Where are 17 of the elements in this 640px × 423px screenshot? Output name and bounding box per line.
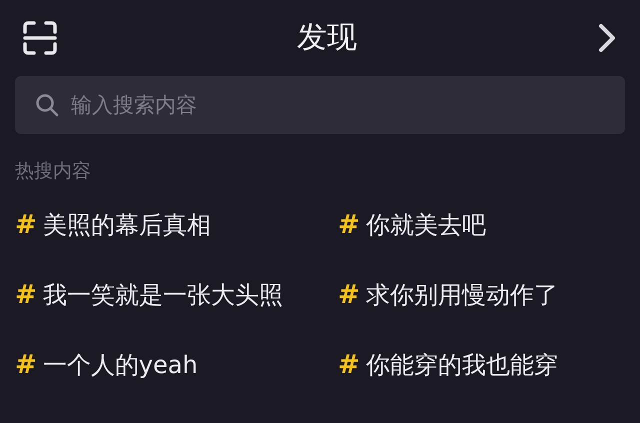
hashtag-icon: # — [338, 282, 360, 308]
section-label: 热搜内容 — [15, 162, 92, 181]
chevron-right-icon[interactable] — [596, 22, 618, 54]
trending-topic[interactable]: 你能穿的我也能穿 — [366, 353, 558, 377]
trending-topic[interactable]: 你就美去吧 — [366, 213, 486, 237]
hashtag-icon: # — [338, 352, 360, 378]
trending-topic[interactable]: 一个人的yeah — [42, 353, 198, 377]
hashtag-icon: # — [15, 352, 37, 378]
trending-topic[interactable]: 美照的幕后真相 — [42, 213, 211, 237]
hashtag-icon: # — [15, 282, 37, 308]
trending-topic[interactable]: 我一笑就是一张大头照 — [42, 283, 283, 307]
page-title: 发现 — [297, 23, 357, 53]
scan-icon[interactable] — [22, 20, 58, 56]
search-field[interactable]: 输入搜索内容 — [15, 76, 625, 134]
trending-topic[interactable]: 求你别用慢动作了 — [366, 283, 558, 307]
hashtag-icon: # — [338, 212, 360, 238]
hashtag-icon: # — [15, 212, 37, 238]
